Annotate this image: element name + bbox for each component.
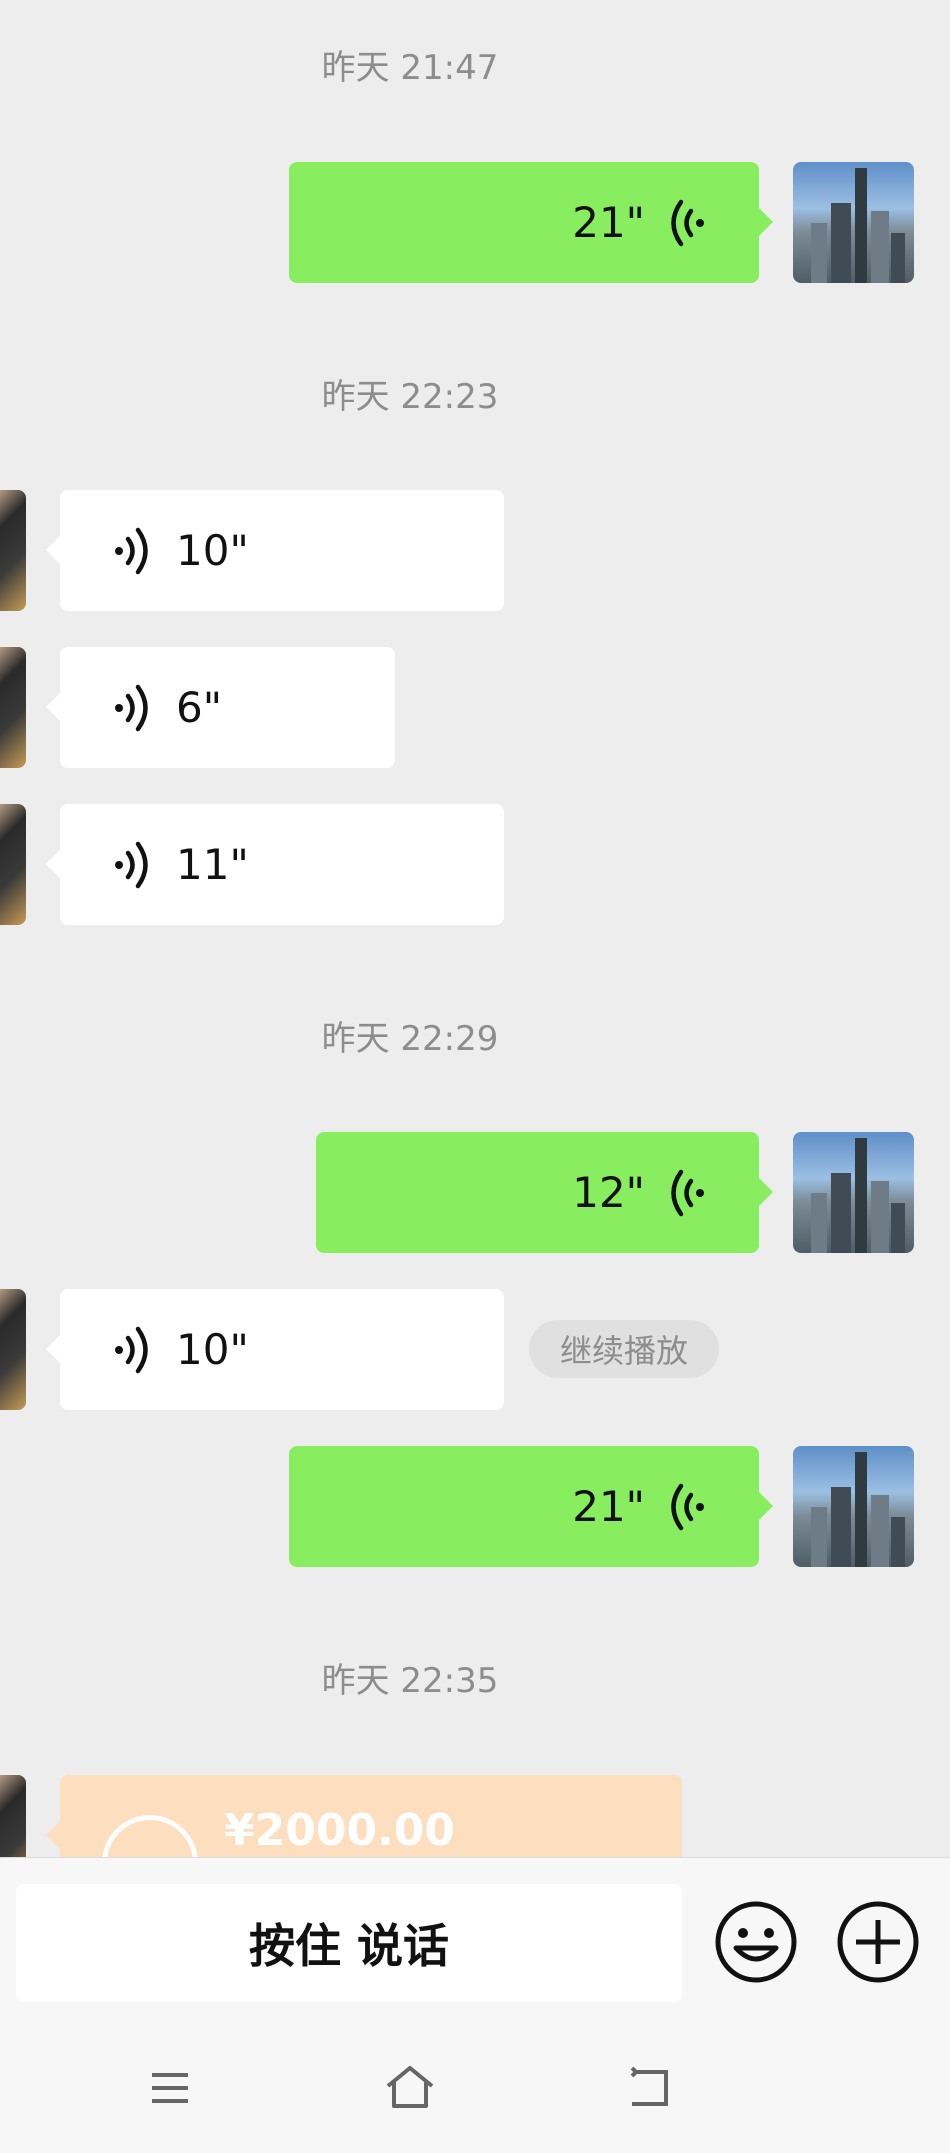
my-avatar[interactable] — [793, 1132, 914, 1253]
timestamp: 昨天 21:47 — [321, 48, 499, 88]
back-icon[interactable] — [622, 2060, 678, 2116]
voice-wave-icon — [663, 198, 707, 248]
timestamp: 昨天 22:23 — [321, 377, 499, 417]
timestamp: 昨天 22:29 — [321, 1019, 499, 1059]
hold-to-talk-button[interactable]: 按住 说话 — [16, 1884, 682, 2002]
continue-play-button[interactable]: 继续播放 — [529, 1320, 719, 1378]
voice-message-received[interactable]: 6" — [46, 647, 395, 768]
voice-message-received[interactable]: 10" — [46, 490, 504, 611]
contact-avatar[interactable] — [0, 1775, 26, 1857]
voice-message-sent[interactable]: 21" — [289, 1446, 773, 1567]
voice-duration: 12" — [572, 1168, 645, 1217]
voice-duration: 6" — [176, 683, 223, 732]
timestamp: 昨天 22:35 — [321, 1661, 499, 1701]
my-avatar[interactable] — [793, 162, 914, 283]
transfer-amount: ¥2000.00 — [224, 1805, 456, 1856]
transfer-arrow-icon — [102, 1815, 198, 1857]
input-bar: 按住 说话 — [0, 1857, 950, 2022]
voice-duration: 21" — [572, 198, 645, 247]
voice-duration: 10" — [176, 526, 249, 575]
voice-message-received[interactable]: 11" — [46, 804, 504, 925]
my-avatar[interactable] — [793, 1446, 914, 1567]
plus-icon[interactable] — [836, 1900, 920, 1984]
voice-wave-icon — [663, 1168, 707, 1218]
system-nav-bar — [0, 2022, 950, 2153]
voice-wave-icon — [112, 683, 156, 733]
emoji-icon[interactable] — [714, 1900, 798, 1984]
voice-message-sent[interactable]: 12" — [316, 1132, 773, 1253]
voice-wave-icon — [112, 526, 156, 576]
voice-wave-icon — [112, 840, 156, 890]
home-icon[interactable] — [382, 2060, 438, 2116]
voice-wave-icon — [663, 1482, 707, 1532]
voice-wave-icon — [112, 1325, 156, 1375]
voice-duration: 10" — [176, 1325, 249, 1374]
voice-message-sent[interactable]: 21" — [289, 162, 773, 283]
transfer-message[interactable]: ¥2000.00 — [46, 1775, 682, 1857]
voice-message-received[interactable]: 10" — [46, 1289, 504, 1410]
contact-avatar[interactable] — [0, 490, 26, 611]
contact-avatar[interactable] — [0, 804, 26, 925]
chat-area[interactable]: 昨天 21:47 21" 昨天 22:23 10" 6" 11" 昨天 22:2… — [0, 0, 950, 1857]
voice-duration: 21" — [572, 1482, 645, 1531]
menu-icon[interactable] — [142, 2060, 198, 2116]
contact-avatar[interactable] — [0, 1289, 26, 1410]
contact-avatar[interactable] — [0, 647, 26, 768]
voice-duration: 11" — [176, 840, 249, 889]
